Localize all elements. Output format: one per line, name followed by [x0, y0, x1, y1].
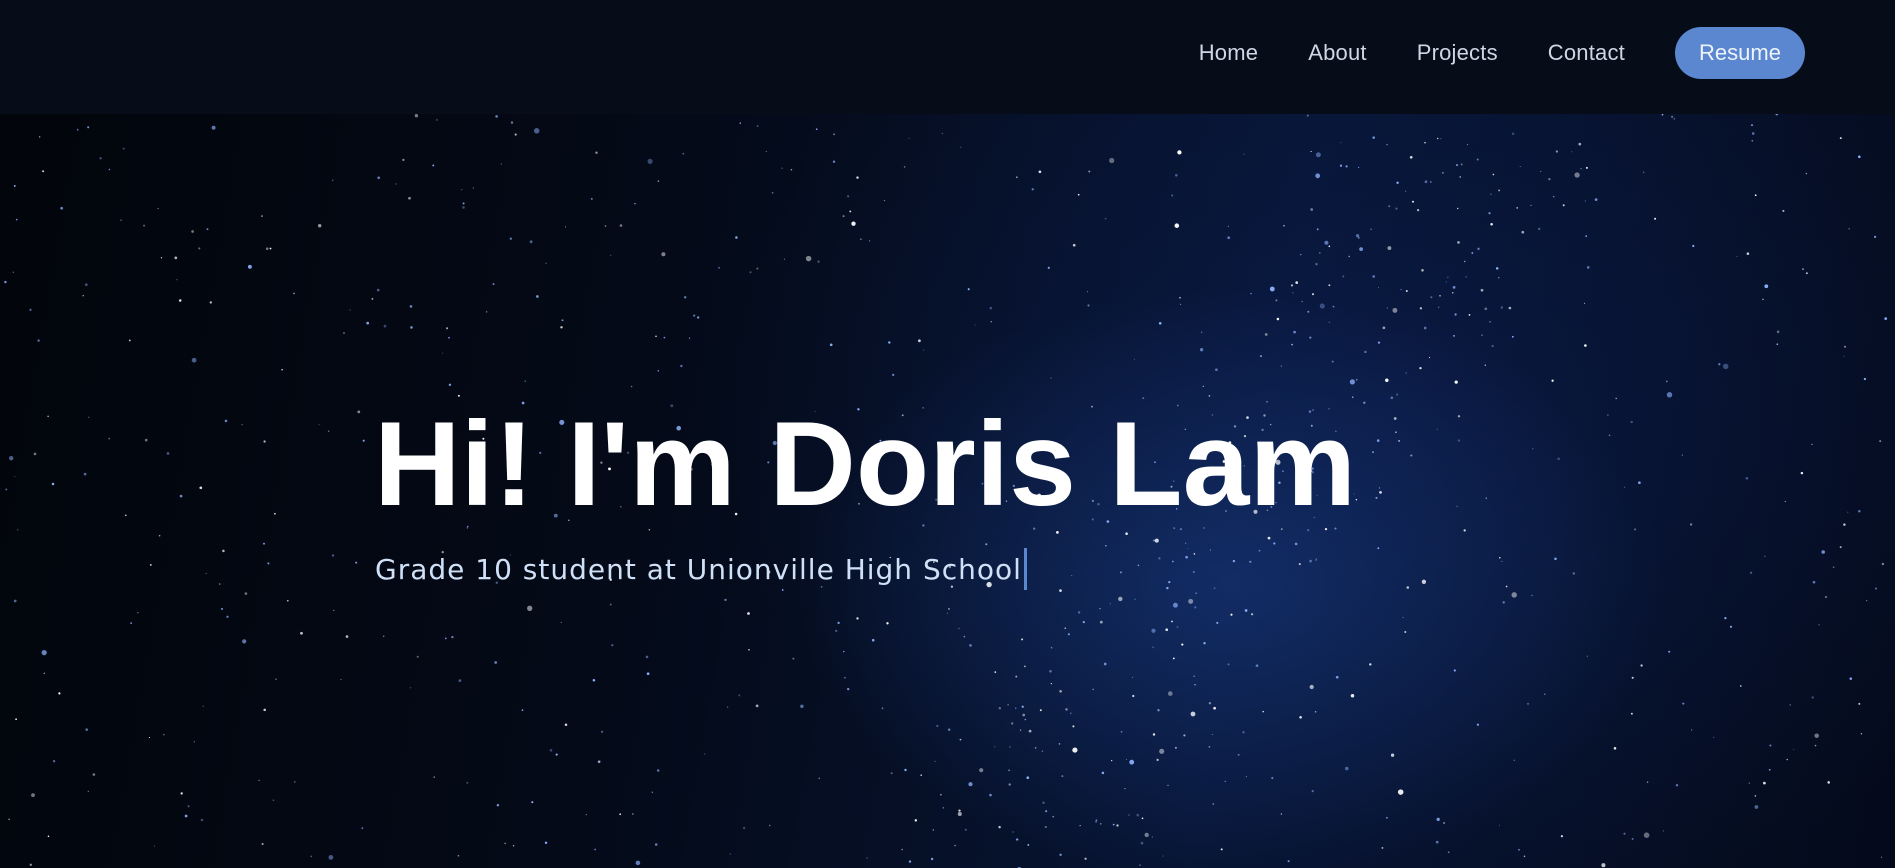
- resume-button[interactable]: Resume: [1675, 27, 1805, 79]
- nav-link-projects[interactable]: Projects: [1417, 40, 1498, 66]
- hero-subtitle-wrapper: Grade 10 student at Unionville High Scho…: [375, 548, 1027, 590]
- typing-cursor: [1023, 548, 1027, 590]
- top-navbar: Home About Projects Contact Resume: [0, 0, 1895, 114]
- nav-link-contact[interactable]: Contact: [1548, 40, 1625, 66]
- hero-section: Hi! I'm Doris Lam Grade 10 student at Un…: [0, 114, 1895, 868]
- nav-link-home[interactable]: Home: [1199, 40, 1259, 66]
- nav-link-about[interactable]: About: [1308, 40, 1367, 66]
- hero-title: Hi! I'm Doris Lam: [374, 397, 1357, 531]
- hero-subtitle: Grade 10 student at Unionville High Scho…: [375, 552, 1022, 586]
- nav-menu: Home About Projects Contact Resume: [1199, 27, 1805, 79]
